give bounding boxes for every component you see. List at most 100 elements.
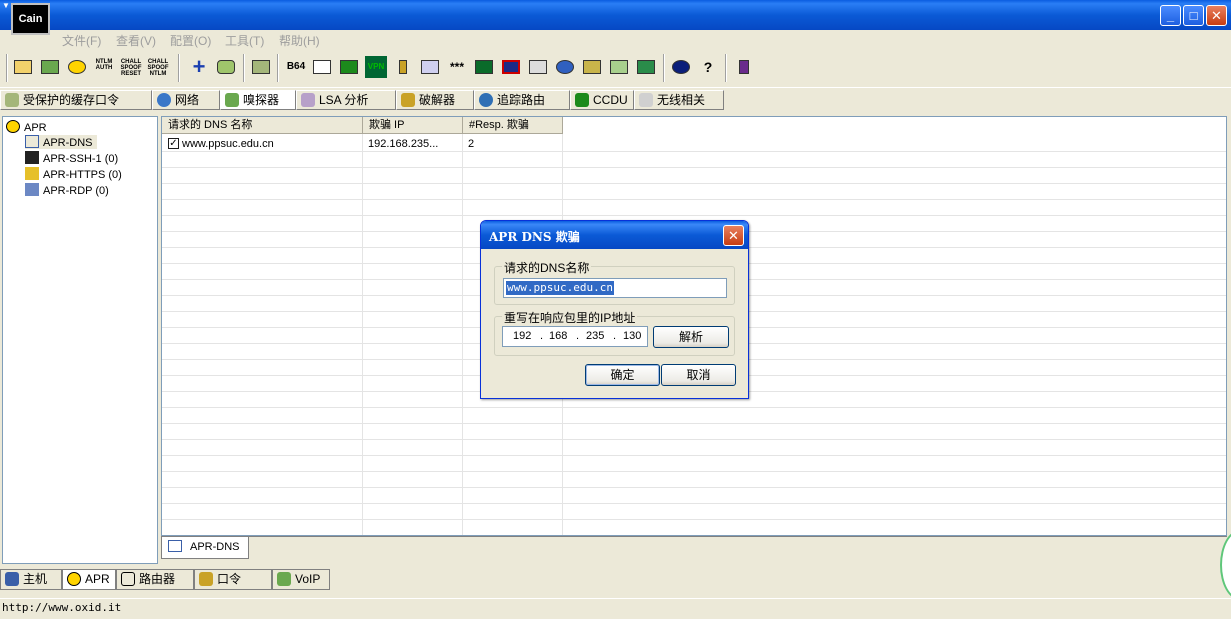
tab-cracker[interactable]: 破解器 xyxy=(396,90,474,110)
apr-dns-spoof-dialog: APR DNS 欺骗 ✕ 请求的DNS名称 www.ppsuc.edu.cn 重… xyxy=(480,220,749,399)
exit-icon[interactable] xyxy=(733,56,755,78)
maximize-button[interactable]: □ xyxy=(1183,5,1204,26)
grid-line xyxy=(162,407,1226,408)
open-folder-icon[interactable] xyxy=(12,56,34,78)
dialog-title: APR DNS 欺骗 xyxy=(489,230,580,244)
network-monitor-icon[interactable] xyxy=(338,56,360,78)
tab-label: 嗅探器 xyxy=(243,93,280,107)
home-icon[interactable] xyxy=(527,56,549,78)
tab-network[interactable]: 网络 xyxy=(152,90,220,110)
tab-passwords[interactable]: 口令 xyxy=(194,569,272,590)
radiation-icon[interactable] xyxy=(66,56,88,78)
ok-button[interactable]: 确定 xyxy=(585,364,660,386)
key-icon xyxy=(401,93,415,107)
lock-icon xyxy=(25,167,39,180)
sub-tab-bar: APR-DNS xyxy=(161,536,1227,560)
vpn-icon[interactable]: VPN xyxy=(365,56,387,78)
tree-node-apr-dns[interactable]: APR-DNS xyxy=(25,135,97,149)
dns-name-input[interactable]: www.ppsuc.edu.cn xyxy=(503,278,727,298)
cisco-hash-icon[interactable] xyxy=(311,56,333,78)
cancel-button[interactable]: 取消 xyxy=(661,364,736,386)
tab-label: 追踪路由 xyxy=(497,93,546,107)
tab-apr[interactable]: APR xyxy=(62,569,116,590)
grid-line xyxy=(162,471,1226,472)
minimize-button[interactable]: _ xyxy=(1160,5,1181,26)
subtab-apr-dns[interactable]: APR-DNS xyxy=(161,537,249,559)
ip-address-input[interactable]: 192 . 168 . 235 . 130 xyxy=(502,326,648,347)
close-button[interactable]: ✕ xyxy=(1206,5,1227,26)
tree-node-apr-ssh[interactable]: APR-SSH-1 (0) xyxy=(25,151,118,165)
tree-node-apr-https[interactable]: APR-HTTPS (0) xyxy=(25,167,122,181)
menu-view[interactable]: 查看(V) xyxy=(116,32,156,49)
password-stars-icon[interactable]: *** xyxy=(446,56,468,78)
sniffer-icon[interactable] xyxy=(39,56,61,78)
scan-icon[interactable] xyxy=(250,56,272,78)
dialog-close-button[interactable]: ✕ xyxy=(723,225,744,246)
toolbar-separator xyxy=(277,54,279,82)
menu-file[interactable]: 文件(F) xyxy=(62,32,101,49)
row-checkbox[interactable]: ✓ xyxy=(168,138,179,149)
network-icon[interactable] xyxy=(554,56,576,78)
tab-label: VoIP xyxy=(295,572,321,586)
tree-label: APR xyxy=(24,122,47,134)
rdp-icon xyxy=(25,183,39,196)
dns-name-group: 请求的DNS名称 www.ppsuc.edu.cn xyxy=(494,259,735,305)
computer-icon xyxy=(5,572,19,586)
column-header-resp-count[interactable]: #Resp. 欺骗 xyxy=(463,117,563,134)
tree-node-apr-rdp[interactable]: APR-RDP (0) xyxy=(25,183,109,197)
tab-hosts[interactable]: 主机 xyxy=(0,569,62,590)
grid-line xyxy=(162,167,1226,168)
subtab-label: APR-DNS xyxy=(190,541,240,553)
tab-label: CCDU xyxy=(593,93,628,107)
network-icon xyxy=(25,135,39,148)
base64-icon[interactable]: B64 xyxy=(285,56,307,78)
cell-spoof-ip: 192.168.235... xyxy=(368,138,439,150)
tab-label: 无线相关 xyxy=(657,93,706,107)
help-icon[interactable]: ? xyxy=(697,56,719,78)
disk-icon[interactable] xyxy=(581,56,603,78)
tree-node-apr[interactable]: APR xyxy=(6,120,47,134)
chall-spoof-ntlm-icon[interactable]: CHALL SPOOF NTLM xyxy=(147,56,169,78)
tab-lsa[interactable]: LSA 分析 xyxy=(296,90,396,110)
lock-icon[interactable] xyxy=(608,56,630,78)
rdc-icon[interactable] xyxy=(419,56,441,78)
column-header-dns-name[interactable]: 请求的 DNS 名称 xyxy=(162,117,363,134)
ip-octet: 235 xyxy=(586,330,605,342)
recycle-icon[interactable] xyxy=(215,56,237,78)
menu-help[interactable]: 帮助(H) xyxy=(279,32,320,49)
dns-name-label: 请求的DNS名称 xyxy=(502,259,592,276)
ip-dot: . xyxy=(613,330,617,342)
radiation-icon xyxy=(6,120,20,133)
tab-protected-cache[interactable]: 受保护的缓存口令 xyxy=(0,90,152,110)
ntlm-auth-icon[interactable]: NTLM AUTH xyxy=(93,56,115,78)
menu-bar: 文件(F) 查看(V) 配置(O) 工具(T) 帮助(H) xyxy=(0,30,1231,48)
box-icon[interactable] xyxy=(500,56,522,78)
bottom-tabs: 主机 APR 路由器 口令 VoIP xyxy=(0,568,1231,590)
key-icon[interactable] xyxy=(392,56,414,78)
column-header-spoof-ip[interactable]: 欺骗 IP xyxy=(363,117,463,134)
menu-config[interactable]: 配置(O) xyxy=(170,32,211,49)
tab-label: APR xyxy=(85,572,110,586)
tab-wireless[interactable]: 无线相关 xyxy=(634,90,724,110)
system-menu-icon[interactable]: ▼ xyxy=(2,2,10,10)
terminal-icon[interactable] xyxy=(473,56,495,78)
ip-octet: 168 xyxy=(549,330,568,342)
resolve-button[interactable]: 解析 xyxy=(653,326,729,348)
info-icon[interactable] xyxy=(670,56,692,78)
chall-spoof-reset-icon[interactable]: CHALL SPOOF RESET xyxy=(120,56,142,78)
toolbar-separator xyxy=(6,54,8,82)
tab-routers[interactable]: 路由器 xyxy=(116,569,194,590)
terminal-icon xyxy=(25,151,39,164)
tab-traceroute[interactable]: 追踪路由 xyxy=(474,90,570,110)
grid-line xyxy=(162,199,1226,200)
tab-ccdu[interactable]: CCDU xyxy=(570,90,634,110)
lsa-icon xyxy=(301,93,315,107)
tab-sniffer[interactable]: 嗅探器 xyxy=(220,90,296,110)
main-tabs: 受保护的缓存口令 网络 嗅探器 LSA 分析 破解器 追踪路由 CCDU 无线相… xyxy=(0,89,1231,110)
toolbar: NTLM AUTH CHALL SPOOF RESET CHALL SPOOF … xyxy=(0,50,1231,88)
add-icon[interactable]: + xyxy=(188,56,210,78)
ip-octet: 130 xyxy=(623,330,642,342)
tab-voip[interactable]: VoIP xyxy=(272,569,330,590)
menu-tools[interactable]: 工具(T) xyxy=(225,32,264,49)
wireless-icon[interactable] xyxy=(635,56,657,78)
